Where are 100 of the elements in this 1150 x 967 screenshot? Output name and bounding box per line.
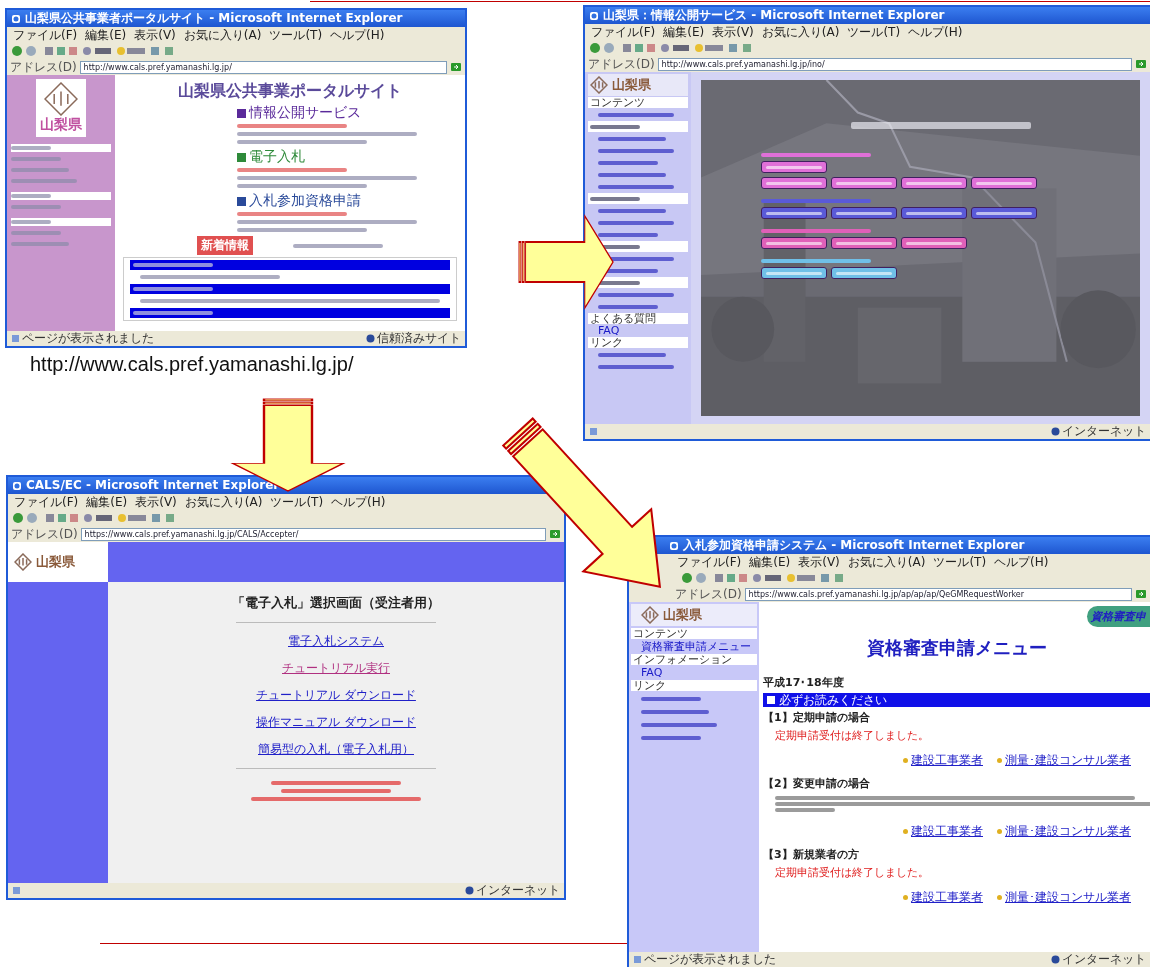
corner-badge: 資格審査申 (1087, 606, 1150, 627)
link[interactable]: 建設工事業者 (911, 752, 983, 769)
link[interactable]: 建設工事業者 (911, 889, 983, 906)
menu-button[interactable] (761, 267, 827, 279)
menu-item[interactable]: 表示(V) (712, 24, 754, 40)
link[interactable]: 測量･建設コンサル業者 (1005, 889, 1131, 906)
square-icon (767, 696, 775, 704)
globe-icon (1051, 427, 1060, 436)
sidebar-link[interactable]: 資格審査申請メニュー (631, 641, 757, 652)
menu-button[interactable] (831, 237, 897, 249)
sidebar-heading[interactable]: コンテンツ (631, 628, 757, 639)
sidebar-heading[interactable]: リンク (631, 680, 757, 691)
menu-item[interactable]: ヘルプ(H) (994, 554, 1049, 570)
menu-item[interactable]: ヘルプ(H) (330, 27, 385, 43)
menu-item[interactable]: ファイル(F) (677, 554, 742, 570)
logo-text: 山梨県 (40, 116, 82, 134)
menu-item[interactable]: ヘルプ(H) (331, 494, 386, 510)
menu-button[interactable] (901, 207, 967, 219)
zone-text: インターネット (476, 883, 560, 898)
menu-item[interactable]: ツール(T) (269, 27, 323, 43)
menu-item[interactable]: ヘルプ(H) (908, 24, 963, 40)
url-caption: http://www.cals.pref.yamanashi.lg.jp/ (30, 353, 354, 376)
address-label: アドレス(D) (588, 55, 655, 73)
menu-button[interactable] (761, 237, 827, 249)
link[interactable]: チュートリアル ダウンロード (256, 687, 416, 704)
sidebar-heading[interactable]: リンク (588, 337, 688, 348)
menu-item[interactable]: 編集(E) (663, 24, 705, 40)
menu-button[interactable] (761, 161, 827, 173)
service-title[interactable]: 入札参加資格申請 (249, 192, 361, 210)
link[interactable]: 建設工事業者 (911, 823, 983, 840)
menu-item[interactable]: ファイル(F) (591, 24, 656, 40)
link[interactable]: 操作マニュアル ダウンロード (256, 714, 416, 731)
link[interactable]: 測量･建設コンサル業者 (1005, 752, 1131, 769)
service-title[interactable]: 情報公開サービス (249, 104, 361, 122)
menu-item[interactable]: 表示(V) (135, 494, 177, 510)
address-label: アドレス(D) (675, 585, 742, 603)
menu-button[interactable] (831, 177, 897, 189)
emblem-icon (44, 82, 78, 116)
sidebar-heading[interactable]: よくある質問 (588, 313, 688, 324)
menu-button[interactable] (971, 177, 1037, 189)
menu-item[interactable]: 編集(E) (749, 554, 791, 570)
bullet-icon (997, 829, 1002, 834)
ie-icon (669, 540, 679, 551)
logo-text: 山梨県 (612, 76, 651, 94)
menu-item[interactable]: 表示(V) (134, 27, 176, 43)
menu-button[interactable] (901, 177, 967, 189)
menu-item[interactable]: お気に入り(A) (184, 494, 263, 510)
go-icon[interactable] (549, 529, 561, 539)
logo-text: 山梨県 (36, 553, 75, 571)
menu-item[interactable]: 表示(V) (798, 554, 840, 570)
globe-icon (366, 334, 375, 343)
window-title: CALS/EC - Microsoft Internet Explorer (26, 477, 280, 494)
page-heading: 「電子入札」選択画面（受注者用） (232, 594, 440, 612)
menu-button[interactable] (761, 177, 827, 189)
sidebar-link[interactable]: FAQ (631, 667, 757, 678)
window-title: 入札参加資格申請システム - Microsoft Internet Explorer (683, 537, 1025, 554)
address-field[interactable]: https://www.cals.pref.yamanashi.lg.jp/ap/ap/ap/QeGMRequestWorker (744, 587, 1132, 601)
menu-item[interactable]: お気に入り(A) (183, 27, 262, 43)
service-title[interactable]: 電子入札 (249, 148, 305, 166)
address-field[interactable]: https://www.cals.pref.yamanashi.lg.jp/CALS/Accepter/ (80, 527, 546, 541)
menu-item[interactable]: 編集(E) (86, 494, 128, 510)
menu-item[interactable]: 編集(E) (85, 27, 127, 43)
menu-button[interactable] (761, 207, 827, 219)
address-field[interactable]: http://www.cals.pref.yamanashi.lg.jp/ (79, 60, 447, 74)
bullet-icon (903, 895, 908, 900)
menu-item[interactable]: ファイル(F) (14, 494, 79, 510)
go-icon[interactable] (450, 62, 462, 72)
menu-item[interactable]: ツール(T) (270, 494, 324, 510)
address-label: アドレス(D) (10, 58, 77, 76)
menu-item[interactable]: お気に入り(A) (847, 554, 926, 570)
sidebar-heading[interactable]: コンテンツ (588, 97, 688, 108)
menu-item[interactable]: ファイル(F) (13, 27, 78, 43)
window-title: 山梨県公共事業者ポータルサイト - Microsoft Internet Explorer (25, 10, 403, 27)
bullet-icon (903, 758, 908, 763)
status-text: ページが表示されました (22, 331, 154, 346)
menu-button[interactable] (831, 207, 897, 219)
go-icon[interactable] (1135, 589, 1147, 599)
menu-button[interactable] (901, 237, 967, 249)
status-text: ページが表示されました (644, 952, 776, 967)
menu-item[interactable]: お気に入り(A) (761, 24, 840, 40)
link[interactable]: 測量･建設コンサル業者 (1005, 823, 1131, 840)
address-field[interactable]: http://www.cals.pref.yamanashi.lg.jp/ino/ (657, 57, 1132, 71)
sidebar-link[interactable]: FAQ (588, 325, 688, 336)
menu-item[interactable]: ツール(T) (933, 554, 987, 570)
menu-item[interactable]: ツール(T) (847, 24, 901, 40)
link[interactable]: チュートリアル実行 (282, 660, 390, 677)
link[interactable]: 電子入札システム (288, 633, 384, 650)
link[interactable]: 簡易型の入札（電子入札用） (258, 741, 414, 758)
go-icon[interactable] (1135, 59, 1147, 69)
window-title: 山梨県：情報公開サービス - Microsoft Internet Explorer (603, 7, 945, 24)
menu-button[interactable] (971, 207, 1037, 219)
year-label: 平成17･18年度 (763, 675, 845, 690)
bullet-icon (903, 829, 908, 834)
section-title: 【1】定期申請の場合 (763, 710, 871, 725)
globe-icon (465, 886, 474, 895)
menu-button[interactable] (831, 267, 897, 279)
page-heading: 資格審査申請メニュー (866, 636, 1047, 660)
sidebar-heading[interactable]: インフォメーション (631, 654, 757, 665)
zone-text: インターネット (1062, 952, 1146, 967)
section-title: 【3】新規業者の方 (763, 847, 860, 862)
